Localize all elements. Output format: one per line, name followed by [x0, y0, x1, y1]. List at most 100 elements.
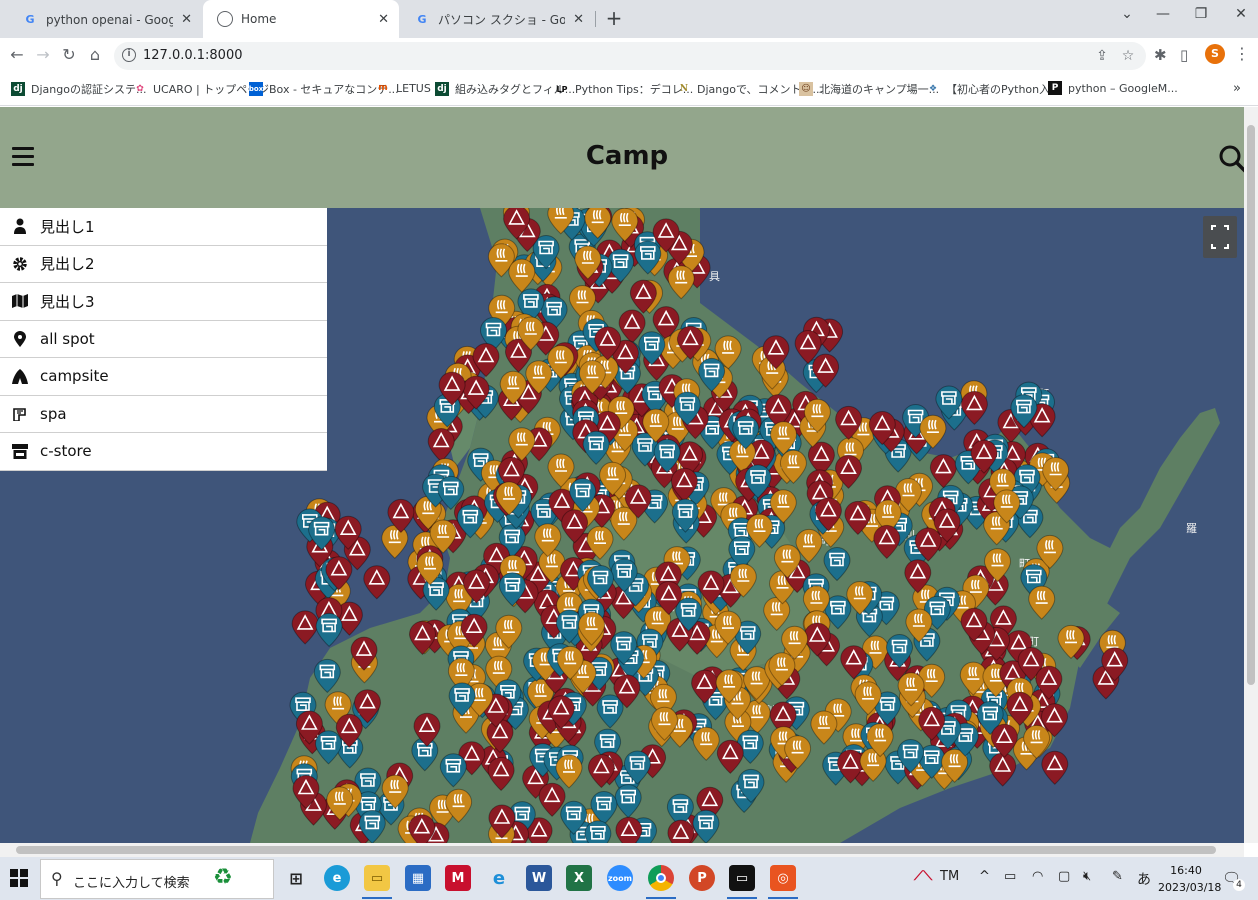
fullscreen-icon	[1211, 225, 1229, 249]
taskbar-search-box[interactable]: ⚲ ここに入力して検索 ♻	[40, 859, 274, 899]
window-close-button[interactable]: ✕	[1226, 6, 1256, 22]
google-icon: G	[417, 12, 427, 26]
bookmark-label: 北海道のキャンプ場一...	[819, 83, 940, 96]
campsite-marker[interactable]	[667, 819, 695, 843]
bookmark-label: python – GoogleM...	[1068, 81, 1178, 95]
clock-time: 16:40	[1170, 864, 1202, 877]
recycle-icon: ♻	[213, 865, 233, 890]
site-info-icon[interactable]: i	[122, 48, 136, 62]
wifi-icon[interactable]: ◠	[1032, 869, 1043, 884]
tray-label[interactable]: TM	[940, 869, 959, 884]
store-marker[interactable]	[584, 820, 612, 843]
store-marker[interactable]	[315, 612, 343, 648]
tent-icon	[12, 368, 28, 384]
vertical-scrollbar[interactable]	[1244, 107, 1258, 843]
bookmark-item[interactable]: m LETUS	[376, 81, 431, 95]
extensions-icon[interactable]: ✱	[1154, 46, 1167, 64]
google-icon: G	[25, 12, 35, 26]
bookmark-item[interactable]: LP Python Tips：デコレ...	[555, 81, 694, 97]
spa-marker[interactable]	[381, 524, 409, 559]
terminal-icon[interactable]: ▭	[729, 865, 755, 891]
more-menu-icon[interactable]: ⋮	[1234, 44, 1250, 63]
task-view-icon[interactable]: ⊞	[283, 865, 309, 891]
bookmark-item[interactable]: dj Djangoの認証システ...	[11, 81, 146, 97]
scrollbar-thumb[interactable]	[16, 846, 1216, 854]
hot-spring-icon	[12, 406, 28, 422]
bookmark-item[interactable]: ☺ 北海道のキャンプ場一...	[799, 81, 939, 97]
tab-search-icon[interactable]: ⌄	[1112, 6, 1142, 22]
pen-icon[interactable]: ✎	[1112, 869, 1123, 884]
store-icon	[12, 443, 28, 459]
mcafee-icon[interactable]: M	[445, 865, 471, 891]
ime-indicator[interactable]: あ	[1137, 869, 1151, 889]
show-hidden-icons[interactable]: ^	[979, 869, 990, 884]
internet-explorer-icon[interactable]: e	[486, 865, 512, 891]
search-icon[interactable]	[1218, 144, 1244, 174]
trend-micro-icon[interactable]: ⟋⟍	[914, 869, 932, 884]
home-button[interactable]: ⌂	[84, 44, 106, 66]
powerpoint-icon[interactable]: P	[689, 865, 715, 891]
menu-item-all-spot[interactable]: all spot	[0, 321, 327, 358]
campsite-marker[interactable]	[363, 565, 391, 600]
close-icon[interactable]: ✕	[378, 12, 389, 27]
speaker-muted-icon[interactable]: 🔇︎	[1083, 869, 1091, 884]
campsite-marker[interactable]	[291, 610, 319, 645]
store-app-icon[interactable]: ▦	[405, 865, 431, 891]
menu-item-label: 見出し3	[40, 292, 95, 311]
taskbar-search-placeholder: ここに入力して検索	[73, 876, 190, 891]
campsite-marker[interactable]	[989, 752, 1017, 787]
menu-item-heading-1[interactable]: 見出し1	[0, 208, 327, 246]
menu-item-c-store[interactable]: c-store	[0, 433, 327, 471]
file-explorer-icon[interactable]: ▭	[364, 865, 390, 891]
campsite-marker[interactable]	[427, 428, 455, 463]
campsite-marker[interactable]	[1041, 750, 1069, 785]
menu-item-campsite[interactable]: campsite	[0, 358, 327, 396]
excel-icon[interactable]: X	[566, 865, 592, 891]
menu-item-label: 見出し1	[40, 217, 95, 236]
menu-item-label: 見出し2	[40, 255, 95, 274]
bookmarks-overflow-icon[interactable]: »	[1233, 81, 1241, 96]
reload-button[interactable]: ↻	[58, 44, 80, 66]
menu-item-label: all spot	[40, 329, 95, 348]
lp-icon: LP	[556, 84, 568, 94]
chrome-icon[interactable]	[648, 865, 674, 891]
bookmark-label: LETUS	[396, 81, 431, 95]
bookmark-item[interactable]: ❖ 【初心者のPython入...	[926, 81, 1061, 97]
browser-tab[interactable]: G パソコン スクショ - Google 検索 ✕	[400, 0, 594, 38]
browser-tab-active[interactable]: Home ✕	[203, 0, 399, 38]
horizontal-scrollbar[interactable]	[0, 843, 1244, 857]
campsite-marker[interactable]	[960, 390, 988, 426]
new-tab-button[interactable]: +	[603, 6, 625, 30]
menu-item-spa[interactable]: spa	[0, 396, 327, 433]
minimize-button[interactable]: —	[1148, 6, 1178, 22]
menu-item-heading-2[interactable]: 見出し2	[0, 246, 327, 283]
word-icon[interactable]: W	[526, 865, 552, 891]
edge-icon[interactable]: e	[324, 865, 350, 891]
browser-tab[interactable]: G python openai - Google 検索 ✕	[8, 0, 202, 38]
campsite-marker[interactable]	[615, 816, 643, 843]
close-icon[interactable]: ✕	[181, 12, 192, 27]
share-icon[interactable]: ⇪	[1094, 48, 1110, 64]
profile-avatar[interactable]: S	[1205, 44, 1225, 64]
maximize-button[interactable]: ❐	[1186, 6, 1216, 22]
back-button[interactable]: ←	[6, 44, 28, 66]
windows-start-icon[interactable]	[10, 869, 28, 887]
bookmark-star-icon[interactable]: ☆	[1120, 48, 1136, 64]
bookmark-label: Python Tips：デコレ...	[575, 83, 694, 96]
battery-icon[interactable]: ▭	[1004, 869, 1016, 884]
system-clock[interactable]: 16:40 2023/03/18	[1158, 862, 1221, 896]
side-panel-icon[interactable]: ▯	[1180, 46, 1188, 64]
scrollbar-thumb[interactable]	[1247, 125, 1255, 685]
close-icon[interactable]: ✕	[573, 12, 584, 27]
address-bar[interactable]: i 127.0.0.1:8000 ⇪ ☆	[114, 42, 1146, 70]
menu-item-heading-3[interactable]: 見出し3	[0, 283, 327, 321]
django-icon: dj	[435, 82, 449, 96]
ubuntu-icon[interactable]: ◎	[770, 865, 796, 891]
fullscreen-button[interactable]	[1203, 216, 1237, 258]
zoom-icon[interactable]: zoom	[607, 865, 633, 891]
bookmark-item[interactable]: P python – GoogleM...	[1048, 81, 1178, 95]
map-icon	[12, 293, 28, 309]
forward-button[interactable]: →	[32, 44, 54, 66]
meet-now-icon[interactable]: ▢	[1058, 869, 1070, 884]
django-icon: dj	[11, 82, 25, 96]
